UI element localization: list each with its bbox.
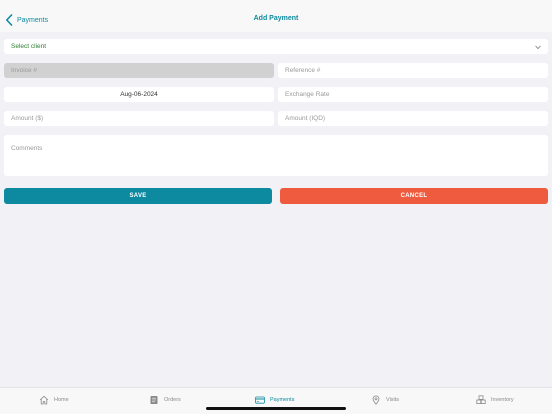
tab-visits[interactable]: Visits [371, 394, 399, 406]
save-button-label: SAVE [129, 193, 147, 199]
tab-visits-label: Visits [386, 397, 400, 403]
amount-iqd-field[interactable]: Amount (IQD) [278, 111, 548, 126]
date-field[interactable]: Aug-06-2024 [4, 87, 274, 102]
tab-inventory[interactable]: Inventory [476, 394, 514, 406]
tab-orders[interactable]: Orders [149, 394, 181, 406]
reference-number-field[interactable]: Reference # [278, 63, 548, 78]
cancel-button-label: CANCEL [400, 193, 428, 199]
tab-orders-label: Orders [164, 397, 181, 403]
invoice-number-placeholder: Invoice # [11, 67, 38, 74]
invoice-number-field: Invoice # [4, 63, 274, 78]
cancel-button[interactable]: CANCEL [280, 188, 548, 204]
exchange-rate-placeholder: Exchange Rate [285, 91, 330, 98]
amount-usd-field[interactable]: Amount ($) [4, 111, 274, 126]
save-button[interactable]: SAVE [4, 188, 272, 204]
comments-field[interactable]: Comments [4, 135, 548, 176]
chevron-down-icon [535, 45, 541, 50]
location-pin-icon [372, 395, 380, 405]
exchange-rate-field[interactable]: Exchange Rate [278, 87, 548, 102]
client-select-value: Select client [11, 43, 47, 50]
amount-usd-placeholder: Amount ($) [11, 115, 44, 122]
home-icon [39, 395, 49, 405]
payments-icon [255, 396, 265, 404]
reference-number-placeholder: Reference # [285, 67, 321, 74]
comments-placeholder: Comments [11, 145, 43, 152]
navigation-bar: Payments Add Payment [0, 0, 552, 32]
tab-home[interactable]: Home [39, 394, 69, 406]
amount-iqd-placeholder: Amount (IQD) [285, 115, 326, 122]
tab-home-label: Home [54, 397, 69, 403]
home-indicator [206, 407, 346, 410]
tab-inventory-label: Inventory [491, 397, 514, 403]
inventory-icon [476, 395, 486, 404]
tab-payments-label: Payments [270, 397, 295, 403]
orders-icon [150, 396, 158, 404]
page-title: Add Payment [253, 15, 299, 22]
client-select[interactable]: Select client [4, 39, 548, 54]
date-value: Aug-06-2024 [120, 91, 158, 98]
tab-payments[interactable]: Payments [255, 394, 294, 406]
